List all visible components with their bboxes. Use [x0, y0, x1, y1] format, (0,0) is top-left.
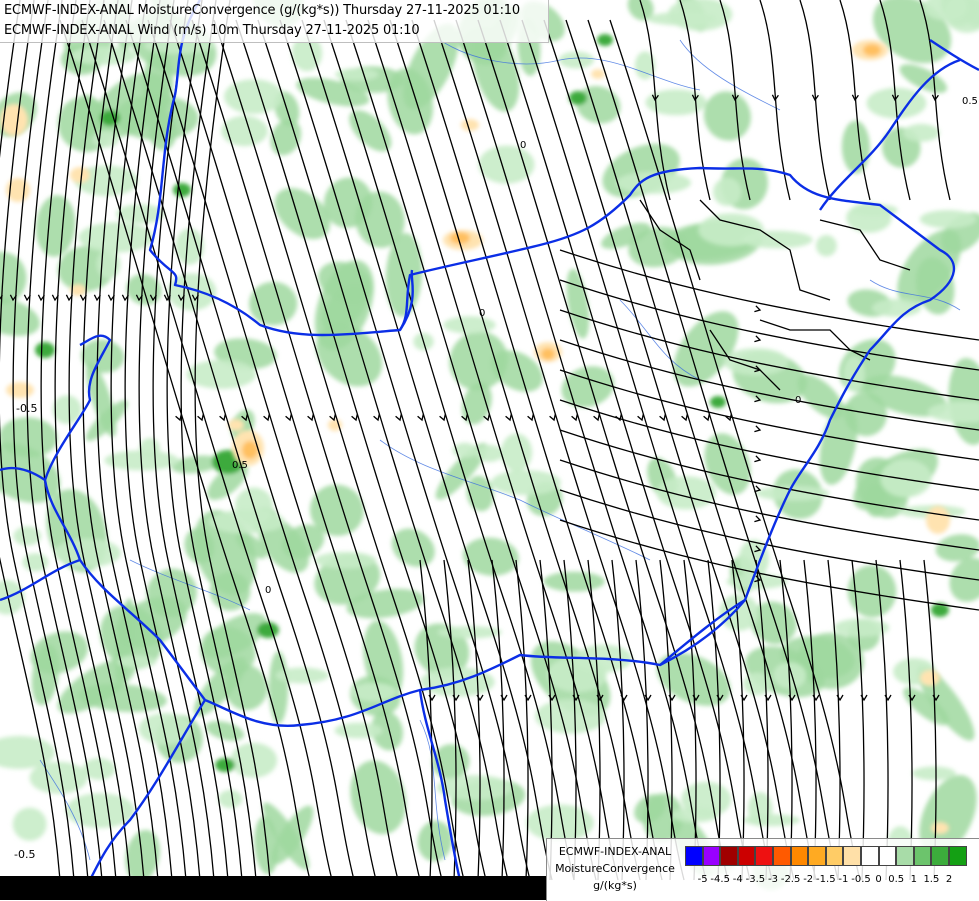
wind-title: ECMWF-INDEX-ANAL Wind (m/s) 10m Thursday…: [4, 23, 420, 38]
map-title-box: ECMWF-INDEX-ANAL MoistureConvergence (g/…: [0, 0, 549, 43]
legend-tick-label: 1.5: [923, 874, 940, 885]
convergence-patch: [880, 459, 932, 498]
strong-convergence-patch: [257, 622, 279, 638]
legend-swatch: [948, 846, 967, 866]
legend-swatch: [825, 846, 844, 866]
convergence-patch: [221, 115, 268, 147]
legend-tick-label: -3.5: [745, 874, 766, 885]
legend-tick-label: 1: [910, 874, 917, 885]
contour-label-0-east: 0: [795, 395, 801, 406]
convergence-patch: [834, 618, 890, 637]
convergence-patch: [713, 177, 742, 206]
contour-label-minus-0-5-west: -0.5: [16, 402, 37, 415]
convergence-patch: [186, 359, 256, 389]
divergence-patch: [926, 506, 950, 534]
legend-unit: g/(kg*s): [593, 879, 637, 892]
convergence-patch: [755, 485, 830, 501]
legend-tick-labels: -5 -4.5 -4 -3.5 -3 -2.5 -2 -1.5 -1 -0.5 0 0.5 1 1.5 2: [685, 874, 979, 888]
strong-convergence-patch: [173, 183, 191, 197]
legend-tick-label: -5: [697, 874, 708, 885]
convergence-patch: [224, 79, 284, 114]
convergence-patch: [437, 775, 512, 801]
legend-tick-label: 2: [945, 874, 953, 885]
divergence-patch: [6, 382, 34, 398]
legend-swatch: [720, 846, 738, 866]
legend-tick-label: -2.5: [780, 874, 801, 885]
bottom-black-strip: [0, 876, 546, 900]
strong-divergence-patch: [863, 44, 881, 56]
convergence-patch: [912, 766, 956, 781]
convergence-patch: [903, 123, 940, 142]
strong-convergence-patch: [215, 758, 235, 772]
legend-swatch: [685, 846, 703, 866]
legend-swatch: [878, 846, 897, 866]
convergence-patch: [741, 230, 813, 249]
legend-tick-label: -1.5: [816, 874, 836, 885]
legend-swatch: [790, 846, 809, 866]
divergence-patch: [70, 167, 90, 183]
convergence-patch: [70, 46, 137, 66]
convergence-patch: [443, 316, 496, 334]
strong-convergence-patch: [597, 34, 613, 46]
legend-tick-label: -0.5: [851, 874, 871, 885]
contour-label-0-center: 0: [479, 308, 485, 319]
convergence-patch: [491, 470, 561, 496]
legend-swatch: [843, 846, 861, 866]
legend-tick-label: 0.5: [888, 874, 905, 885]
legend-variable-name: MoistureConvergence: [555, 862, 675, 875]
legend-tick-label: -4: [732, 874, 743, 885]
legend-swatch: [737, 846, 756, 866]
convergence-patch: [22, 553, 49, 572]
legend-tick-label: 0: [875, 874, 882, 885]
contour-label-0-south: 0: [265, 585, 271, 596]
moisture-convergence-title: ECMWF-INDEX-ANAL MoistureConvergence (g/…: [4, 3, 520, 18]
convergence-patch: [334, 722, 383, 739]
contour-label-minus-0-5-southwest: -0.5: [14, 848, 35, 861]
strong-convergence-patch: [710, 396, 726, 408]
convergence-patch: [12, 807, 47, 841]
contour-label-0-north: 0: [520, 140, 526, 151]
legend-tick-label: -3: [768, 874, 778, 885]
strong-convergence-patch: [569, 91, 587, 105]
color-legend: ECMWF-INDEX-ANAL MoistureConvergence g/(…: [546, 838, 979, 901]
divergence-patch: [461, 119, 479, 131]
legend-model-name: ECMWF-INDEX-ANAL: [558, 845, 672, 858]
legend-swatch: [772, 846, 791, 866]
legend-tick-label: -1: [838, 874, 849, 885]
legend-swatch: [913, 846, 932, 866]
strong-divergence-patch: [242, 441, 258, 459]
convergence-patch: [314, 551, 377, 569]
convergence-patch: [919, 210, 977, 229]
convergence-patch: [218, 789, 243, 809]
convergence-patch: [543, 571, 605, 592]
legend-swatch: [702, 846, 721, 866]
legend-swatch: [896, 846, 914, 866]
convergence-patch: [268, 651, 289, 724]
divergence-patch: [591, 69, 605, 79]
legend-swatch: [860, 846, 879, 866]
weather-map: -0.5 -0.5 0 0 0 0 0.5 0.5: [0, 0, 979, 900]
convergence-patch: [535, 699, 606, 734]
contour-label-0-5-center: 0.5: [232, 460, 248, 471]
contour-label-0-5-northeast: 0.5: [962, 96, 978, 107]
legend-swatch: [808, 846, 826, 866]
legend-tick-label: -2: [803, 874, 814, 885]
legend-swatch: [931, 846, 949, 866]
strong-convergence-patch: [35, 342, 55, 358]
divergence-patch: [920, 670, 940, 686]
strong-divergence-patch: [541, 348, 555, 360]
divergence-patch: [931, 822, 949, 834]
legend-tick-label: -4.5: [710, 874, 730, 885]
legend-swatch: [755, 846, 773, 866]
convergence-patch: [117, 655, 157, 668]
convergence-patch: [815, 234, 837, 257]
legend-color-bar: [685, 846, 967, 866]
